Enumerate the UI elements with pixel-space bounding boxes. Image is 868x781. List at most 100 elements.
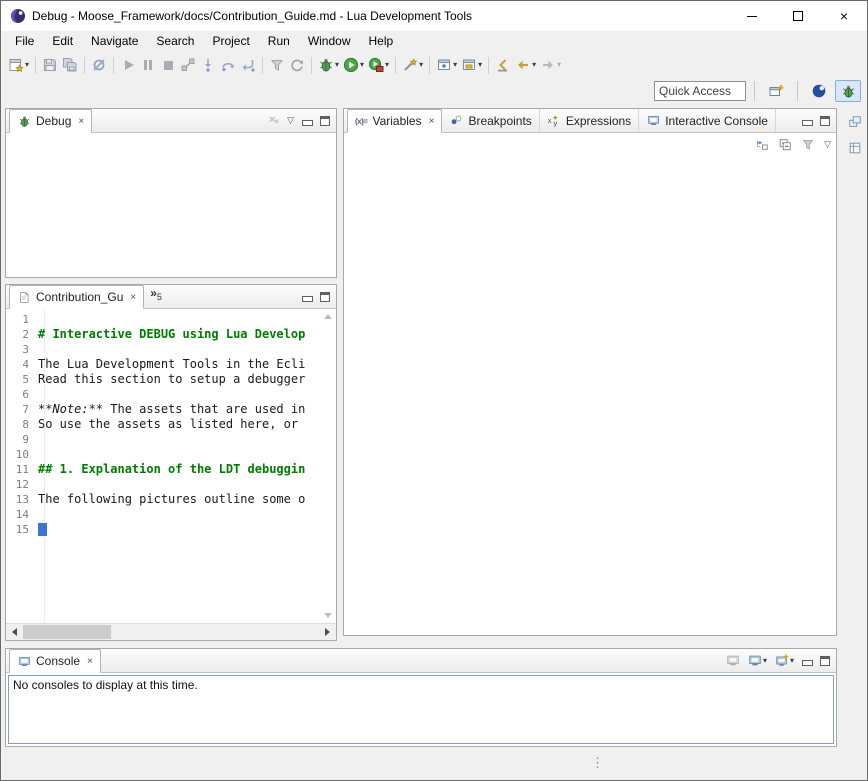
show-logical-structure-icon[interactable] xyxy=(755,137,769,151)
variables-view-content[interactable]: ▽ xyxy=(344,133,836,635)
scroll-right-button[interactable] xyxy=(319,624,336,640)
minimize-view-icon[interactable] xyxy=(302,292,312,302)
step-over-button[interactable] xyxy=(218,54,238,76)
external-tools-button[interactable]: ▾ xyxy=(366,54,391,76)
restart-button[interactable] xyxy=(287,54,307,76)
line-number[interactable]: 6 xyxy=(6,387,38,402)
status-grip-icon[interactable]: ⋮ xyxy=(591,755,604,771)
menu-help[interactable]: Help xyxy=(360,32,403,51)
debug-perspective-button[interactable] xyxy=(835,80,861,102)
line-number[interactable]: 9 xyxy=(6,432,38,447)
line-number[interactable]: 8 xyxy=(6,417,38,432)
view-menu-icon[interactable]: ▽ xyxy=(824,140,831,149)
suspend-button[interactable] xyxy=(138,54,158,76)
menu-window[interactable]: Window xyxy=(299,32,360,51)
line-number[interactable]: 1 xyxy=(6,312,38,327)
view-menu-icon[interactable]: ▽ xyxy=(287,116,294,125)
console-tab[interactable]: Console × xyxy=(9,649,101,673)
lua-perspective-button[interactable] xyxy=(806,80,832,102)
minimized-view-button[interactable] xyxy=(846,139,864,157)
line-number[interactable]: 12 xyxy=(6,477,38,492)
maximize-view-icon[interactable] xyxy=(320,292,330,302)
line-number[interactable]: 4 xyxy=(6,357,38,372)
scroll-left-button[interactable] xyxy=(6,624,23,640)
editor-tab-contribution-guide[interactable]: Contribution_Gu × xyxy=(9,285,144,309)
window-close-button[interactable]: × xyxy=(821,1,867,31)
disconnect-button[interactable] xyxy=(178,54,198,76)
app-icon[interactable] xyxy=(10,8,26,24)
dropdown-icon[interactable]: ▾ xyxy=(25,61,29,69)
forward-button[interactable]: ▾ xyxy=(538,54,563,76)
debug-button[interactable]: ▾ xyxy=(316,54,341,76)
new-wizard-button[interactable]: ▾ xyxy=(6,54,31,76)
magic-wand-button[interactable]: ▾ xyxy=(400,54,425,76)
line-number[interactable]: 15 xyxy=(6,522,38,537)
scrollbar-track[interactable] xyxy=(23,624,319,640)
back-button[interactable]: ▾ xyxy=(513,54,538,76)
menu-project[interactable]: Project xyxy=(203,32,258,51)
tab-breakpoints[interactable]: Breakpoints xyxy=(442,109,539,132)
debug-view-content[interactable] xyxy=(6,133,336,277)
last-edit-location-button[interactable] xyxy=(493,54,513,76)
menu-run[interactable]: Run xyxy=(259,32,299,51)
open-resource-button[interactable]: ▾ xyxy=(459,54,484,76)
dropdown-icon[interactable]: ▾ xyxy=(419,61,423,69)
open-console-button[interactable]: ▾ xyxy=(775,654,794,668)
console-display-button[interactable]: ▾ xyxy=(748,654,767,668)
close-icon[interactable]: × xyxy=(429,116,435,127)
open-type-button[interactable]: ▾ xyxy=(434,54,459,76)
close-icon[interactable]: × xyxy=(87,656,93,667)
tab-variables[interactable]: (x)= Variables × xyxy=(347,109,442,133)
run-button[interactable]: ▾ xyxy=(341,54,366,76)
maximize-view-icon[interactable] xyxy=(820,656,830,666)
dropdown-icon[interactable]: ▾ xyxy=(360,61,364,69)
resume-button[interactable] xyxy=(118,54,138,76)
menu-search[interactable]: Search xyxy=(147,32,203,51)
tab-expressions[interactable]: xy Expressions xyxy=(540,109,639,132)
scrollbar-thumb[interactable] xyxy=(23,625,111,639)
editor-tab-overflow[interactable]: » 5 xyxy=(144,285,168,308)
line-number[interactable]: 10 xyxy=(6,447,38,462)
close-icon[interactable]: × xyxy=(78,116,84,127)
scroll-down-icon[interactable] xyxy=(324,613,332,618)
tab-interactive-console[interactable]: Interactive Console xyxy=(639,109,776,132)
step-into-button[interactable] xyxy=(198,54,218,76)
debug-view-tab[interactable]: Debug × xyxy=(9,109,92,133)
collapse-all-icon[interactable] xyxy=(778,137,792,151)
line-number[interactable]: 2 xyxy=(6,327,38,342)
dropdown-icon[interactable]: ▾ xyxy=(335,61,339,69)
close-icon[interactable]: × xyxy=(130,292,136,303)
open-perspective-button[interactable] xyxy=(763,80,789,102)
dropdown-icon[interactable]: ▾ xyxy=(532,61,536,69)
quick-access-input[interactable] xyxy=(654,81,746,101)
maximize-view-icon[interactable] xyxy=(320,116,330,126)
line-number[interactable]: 14 xyxy=(6,507,38,522)
save-all-button[interactable] xyxy=(60,54,80,76)
code-area[interactable]: 1 2# Interactive DEBUG using Lua Develop… xyxy=(6,312,320,537)
filter-variables-icon[interactable] xyxy=(801,137,815,151)
line-number[interactable]: 3 xyxy=(6,342,38,357)
line-number[interactable]: 13 xyxy=(6,492,38,507)
horizontal-scrollbar[interactable] xyxy=(6,623,336,640)
dropdown-icon[interactable]: ▾ xyxy=(385,61,389,69)
maximize-view-icon[interactable] xyxy=(820,116,830,126)
display-selected-console-icon[interactable] xyxy=(726,654,740,668)
menu-file[interactable]: File xyxy=(6,32,43,51)
dropdown-icon[interactable]: ▾ xyxy=(557,61,561,69)
window-minimize-button[interactable] xyxy=(729,1,775,31)
editor-content[interactable]: 1 2# Interactive DEBUG using Lua Develop… xyxy=(6,309,336,623)
remove-all-terminated-icon[interactable]: ×× xyxy=(269,115,279,126)
save-button[interactable] xyxy=(40,54,60,76)
line-number[interactable]: 11 xyxy=(6,462,38,477)
minimize-view-icon[interactable] xyxy=(802,116,812,126)
menu-navigate[interactable]: Navigate xyxy=(82,32,147,51)
dropdown-icon[interactable]: ▾ xyxy=(478,61,482,69)
skip-all-breakpoints-button[interactable] xyxy=(89,54,109,76)
step-return-button[interactable] xyxy=(238,54,258,76)
scroll-up-icon[interactable] xyxy=(324,314,332,319)
terminate-button[interactable] xyxy=(158,54,178,76)
minimize-view-icon[interactable] xyxy=(802,656,812,666)
use-step-filters-button[interactable] xyxy=(267,54,287,76)
restore-view-button[interactable] xyxy=(846,113,864,131)
menu-edit[interactable]: Edit xyxy=(43,32,82,51)
